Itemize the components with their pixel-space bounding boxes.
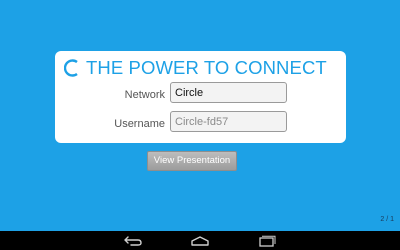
username-field[interactable] xyxy=(170,111,287,132)
app-screen: THE POWER TO CONNECT Network Username Vi… xyxy=(0,0,400,231)
username-label: Username xyxy=(114,118,165,130)
circle-logo-icon xyxy=(64,59,78,77)
nav-home-button[interactable] xyxy=(188,233,212,248)
recent-apps-icon xyxy=(259,235,276,247)
view-presentation-button[interactable]: View Presentation xyxy=(147,151,237,171)
back-icon xyxy=(124,235,142,246)
page-indicator: 2 / 1 xyxy=(380,216,394,223)
nav-recent-apps-button[interactable] xyxy=(255,233,279,248)
tagline: THE POWER TO CONNECT xyxy=(86,57,327,78)
system-navigation-bar xyxy=(0,231,400,250)
home-icon xyxy=(191,235,209,246)
nav-back-button[interactable] xyxy=(121,233,145,248)
connect-card: THE POWER TO CONNECT Network Username xyxy=(55,51,346,143)
brand-header: THE POWER TO CONNECT xyxy=(64,56,327,80)
network-field[interactable] xyxy=(170,82,287,103)
network-label: Network xyxy=(124,89,165,101)
